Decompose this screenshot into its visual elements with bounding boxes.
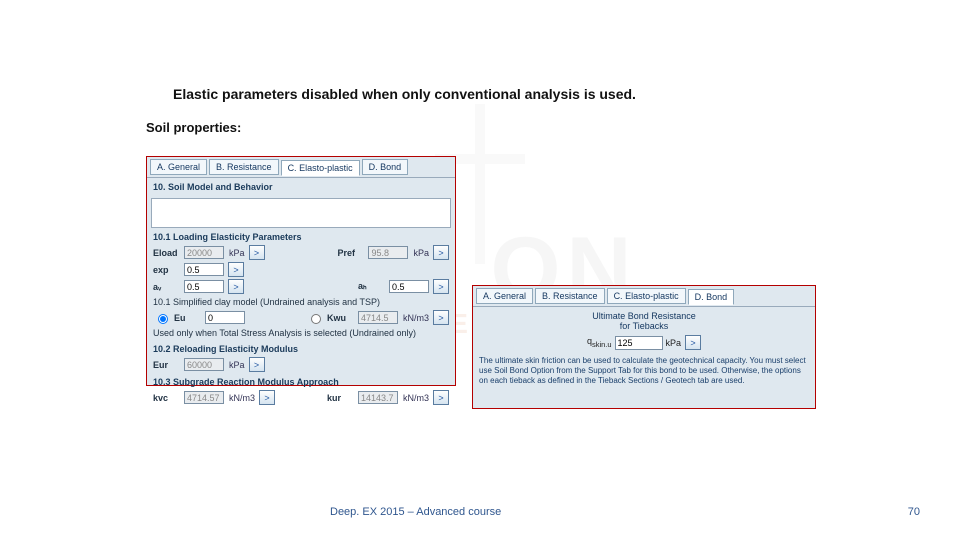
eur-field[interactable] — [184, 358, 224, 371]
kwu-radio[interactable] — [311, 314, 321, 324]
kvc-label: kvc — [153, 393, 181, 403]
bond-title1: Ultimate Bond Resistance — [479, 311, 809, 321]
pref-label: Pref — [337, 248, 365, 258]
tab-general-r[interactable]: A. General — [476, 288, 533, 304]
footer-page-number: 70 — [908, 506, 920, 518]
eload-label: Eload — [153, 248, 181, 258]
ah-label: aₕ — [358, 281, 386, 292]
av-label: aᵥ — [153, 282, 181, 292]
used-only-note: Used only when Total Stress Analysis is … — [147, 326, 455, 340]
section-10-3: 10.3 Subgrade Reaction Modulus Approach — [147, 373, 455, 389]
eu-radio[interactable] — [158, 314, 168, 324]
qskin-field[interactable] — [615, 336, 663, 350]
kur-field[interactable] — [358, 391, 398, 404]
tab-resistance-r[interactable]: B. Resistance — [535, 288, 605, 304]
kur-unit: kN/m3 — [403, 393, 429, 403]
eur-go-button[interactable]: > — [249, 357, 265, 372]
eload-go-button[interactable]: > — [249, 245, 265, 260]
bond-title2: for Tiebacks — [479, 321, 809, 331]
section-label: Soil properties: — [146, 120, 241, 135]
eur-label: Eur — [153, 360, 181, 370]
kvc-go-button[interactable]: > — [259, 390, 275, 405]
elasto-plastic-panel: A. General B. Resistance C. Elasto-plast… — [146, 156, 456, 386]
qskin-go-button[interactable]: > — [685, 335, 701, 350]
footer-left: Deep. EX 2015 – Advanced course — [330, 506, 501, 518]
kvc-unit: kN/m3 — [229, 393, 255, 403]
section-10-1: 10.1 Loading Elasticity Parameters — [147, 228, 455, 244]
pref-field[interactable] — [368, 246, 408, 259]
ah-field[interactable] — [389, 280, 429, 293]
tabstrip-left: A. General B. Resistance C. Elasto-plast… — [147, 157, 455, 178]
kwu-field[interactable] — [358, 311, 398, 324]
ah-go-button[interactable]: > — [433, 279, 449, 294]
soil-model-box — [151, 198, 451, 228]
section-10-2: 10.2 Reloading Elasticity Modulus — [147, 340, 455, 356]
exp-field[interactable] — [184, 263, 224, 276]
section-10: 10. Soil Model and Behavior — [147, 178, 455, 194]
eload-unit: kPa — [229, 248, 245, 258]
exp-label: exp — [153, 265, 181, 275]
eu-label: Eu — [174, 313, 202, 323]
bond-panel: A. General B. Resistance C. Elasto-plast… — [472, 285, 816, 409]
tab-resistance[interactable]: B. Resistance — [209, 159, 279, 175]
kur-go-button[interactable]: > — [433, 390, 449, 405]
tab-elasto-plastic[interactable]: C. Elasto-plastic — [281, 160, 360, 176]
page-title: Elastic parameters disabled when only co… — [173, 86, 636, 102]
qskin-label: qskin.u — [587, 336, 612, 349]
tab-general[interactable]: A. General — [150, 159, 207, 175]
kvc-field[interactable] — [184, 391, 224, 404]
exp-go-button[interactable]: > — [228, 262, 244, 277]
av-field[interactable] — [184, 280, 224, 293]
kur-label: kur — [327, 393, 355, 403]
pref-unit: kPa — [413, 248, 429, 258]
eu-field[interactable] — [205, 311, 245, 324]
kwu-go-button[interactable]: > — [433, 310, 449, 325]
pref-go-button[interactable]: > — [433, 245, 449, 260]
eur-unit: kPa — [229, 360, 245, 370]
qskin-unit: kPa — [666, 338, 682, 348]
simplified-clay-label: 10.1 Simplified clay model (Undrained an… — [147, 295, 455, 309]
tab-bond-r[interactable]: D. Bond — [688, 289, 735, 305]
tabstrip-right: A. General B. Resistance C. Elasto-plast… — [473, 286, 815, 307]
bond-description: The ultimate skin friction can be used t… — [479, 356, 809, 386]
tab-elasto-plastic-r[interactable]: C. Elasto-plastic — [607, 288, 686, 304]
tab-bond[interactable]: D. Bond — [362, 159, 409, 175]
av-go-button[interactable]: > — [228, 279, 244, 294]
kwu-label: Kwu — [327, 313, 355, 323]
kwu-unit: kN/m3 — [403, 313, 429, 323]
eload-field[interactable] — [184, 246, 224, 259]
